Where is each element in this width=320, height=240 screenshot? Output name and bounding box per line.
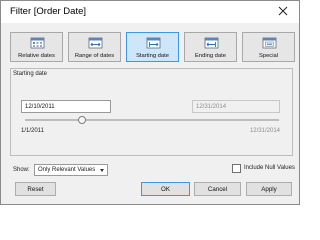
filter-dialog: Filter [Order Date] Relative dates Range… [0,0,300,205]
reset-button[interactable]: Reset [15,182,56,196]
dialog-title: Filter [Order Date] [10,6,87,17]
tab-relative-dates[interactable]: Relative dates [10,32,63,62]
title-bar: Filter [Order Date] [1,1,299,23]
tab-label: Starting date [136,53,169,59]
tab-label: Special [258,53,278,59]
date-slider-thumb[interactable] [78,116,86,124]
show-label: Show: [13,167,30,173]
date-slider-track[interactable] [25,119,279,121]
range-of-dates-icon [88,37,103,49]
relative-dates-icon [30,37,45,49]
apply-button[interactable]: Apply [246,182,292,196]
tab-special[interactable]: Special [242,32,295,62]
filter-mode-tabs: Relative dates Range of dates Starting d… [10,32,296,62]
cancel-button[interactable]: Cancel [194,182,241,196]
start-date-input[interactable]: 12/10/2011 [21,100,111,113]
close-icon[interactable] [277,5,289,17]
tab-label: Relative dates [18,53,55,59]
tab-label: Ending date [195,53,226,59]
show-dropdown-value: Only Relevant Values [38,167,96,173]
ok-button[interactable]: OK [141,182,190,196]
ending-date-icon [204,37,219,49]
end-date-input: 12/31/2014 [192,100,280,113]
show-dropdown[interactable]: Only Relevant Values [34,164,108,176]
panel-label: Starting date [13,71,48,77]
include-null-checkbox[interactable] [232,164,241,173]
range-max-label: 12/31/2014 [249,128,280,134]
special-icon [262,37,277,49]
starting-date-panel: Starting date 12/10/2011 12/31/2014 1/1/… [10,68,293,156]
chevron-down-icon [100,169,104,172]
range-min-label: 1/1/2011 [21,128,44,134]
include-null-label[interactable]: Include Null Values [244,165,295,171]
tab-label: Range of dates [74,53,115,59]
starting-date-icon [146,37,161,49]
tab-starting-date[interactable]: Starting date [126,32,179,62]
tab-ending-date[interactable]: Ending date [184,32,237,62]
tab-range-of-dates[interactable]: Range of dates [68,32,121,62]
